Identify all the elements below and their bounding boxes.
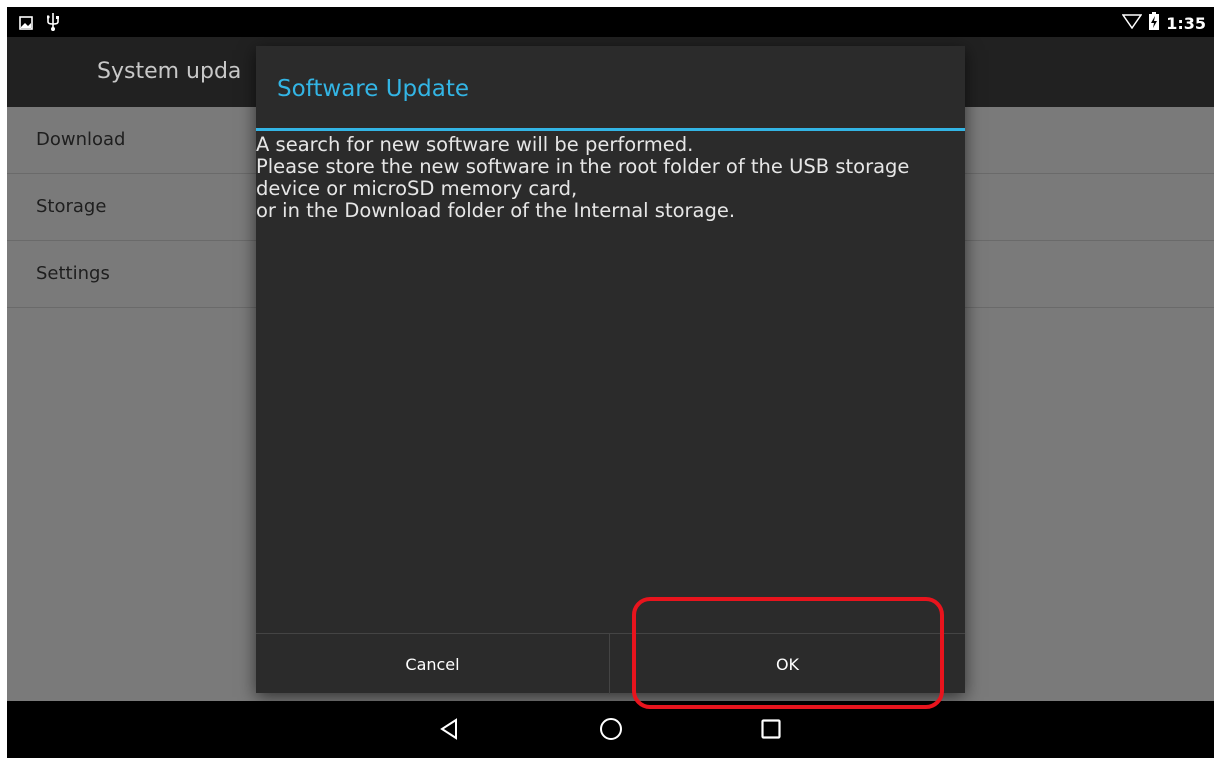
list-item-label: Storage bbox=[36, 196, 107, 217]
picture-notification-icon bbox=[19, 15, 33, 34]
dialog-title: Software Update bbox=[277, 76, 469, 102]
list-item-label: Settings bbox=[36, 263, 110, 284]
dialog-message: A search for new software will be perfor… bbox=[256, 134, 956, 222]
status-bar: 1:35 bbox=[7, 7, 1214, 37]
clock: 1:35 bbox=[1166, 13, 1206, 33]
home-icon[interactable] bbox=[591, 711, 631, 747]
recents-icon[interactable] bbox=[751, 711, 791, 747]
ok-button[interactable]: OK bbox=[610, 634, 965, 694]
dialog-message-line: device or microSD memory card, bbox=[256, 177, 578, 200]
cancel-button[interactable]: Cancel bbox=[256, 634, 610, 694]
dialog-button-bar: Cancel OK bbox=[256, 633, 965, 694]
page-title: System upda bbox=[97, 59, 242, 84]
list-item-label: Download bbox=[36, 129, 126, 150]
dialog-title-divider bbox=[256, 128, 965, 131]
back-icon[interactable] bbox=[429, 711, 469, 747]
dialog-message-line: or in the Download folder of the Interna… bbox=[256, 199, 736, 222]
battery-charging-icon bbox=[1148, 12, 1160, 34]
dialog-message-line: A search for new software will be perfor… bbox=[256, 133, 694, 156]
navigation-bar bbox=[7, 701, 1214, 758]
usb-icon bbox=[46, 13, 60, 35]
dialog-message-line: Please store the new software in the roo… bbox=[256, 155, 910, 178]
software-update-dialog: Software Update A search for new softwar… bbox=[256, 46, 965, 694]
android-screen: 1:35 System upda Download Storage Settin… bbox=[7, 7, 1214, 758]
wifi-icon bbox=[1121, 13, 1143, 33]
